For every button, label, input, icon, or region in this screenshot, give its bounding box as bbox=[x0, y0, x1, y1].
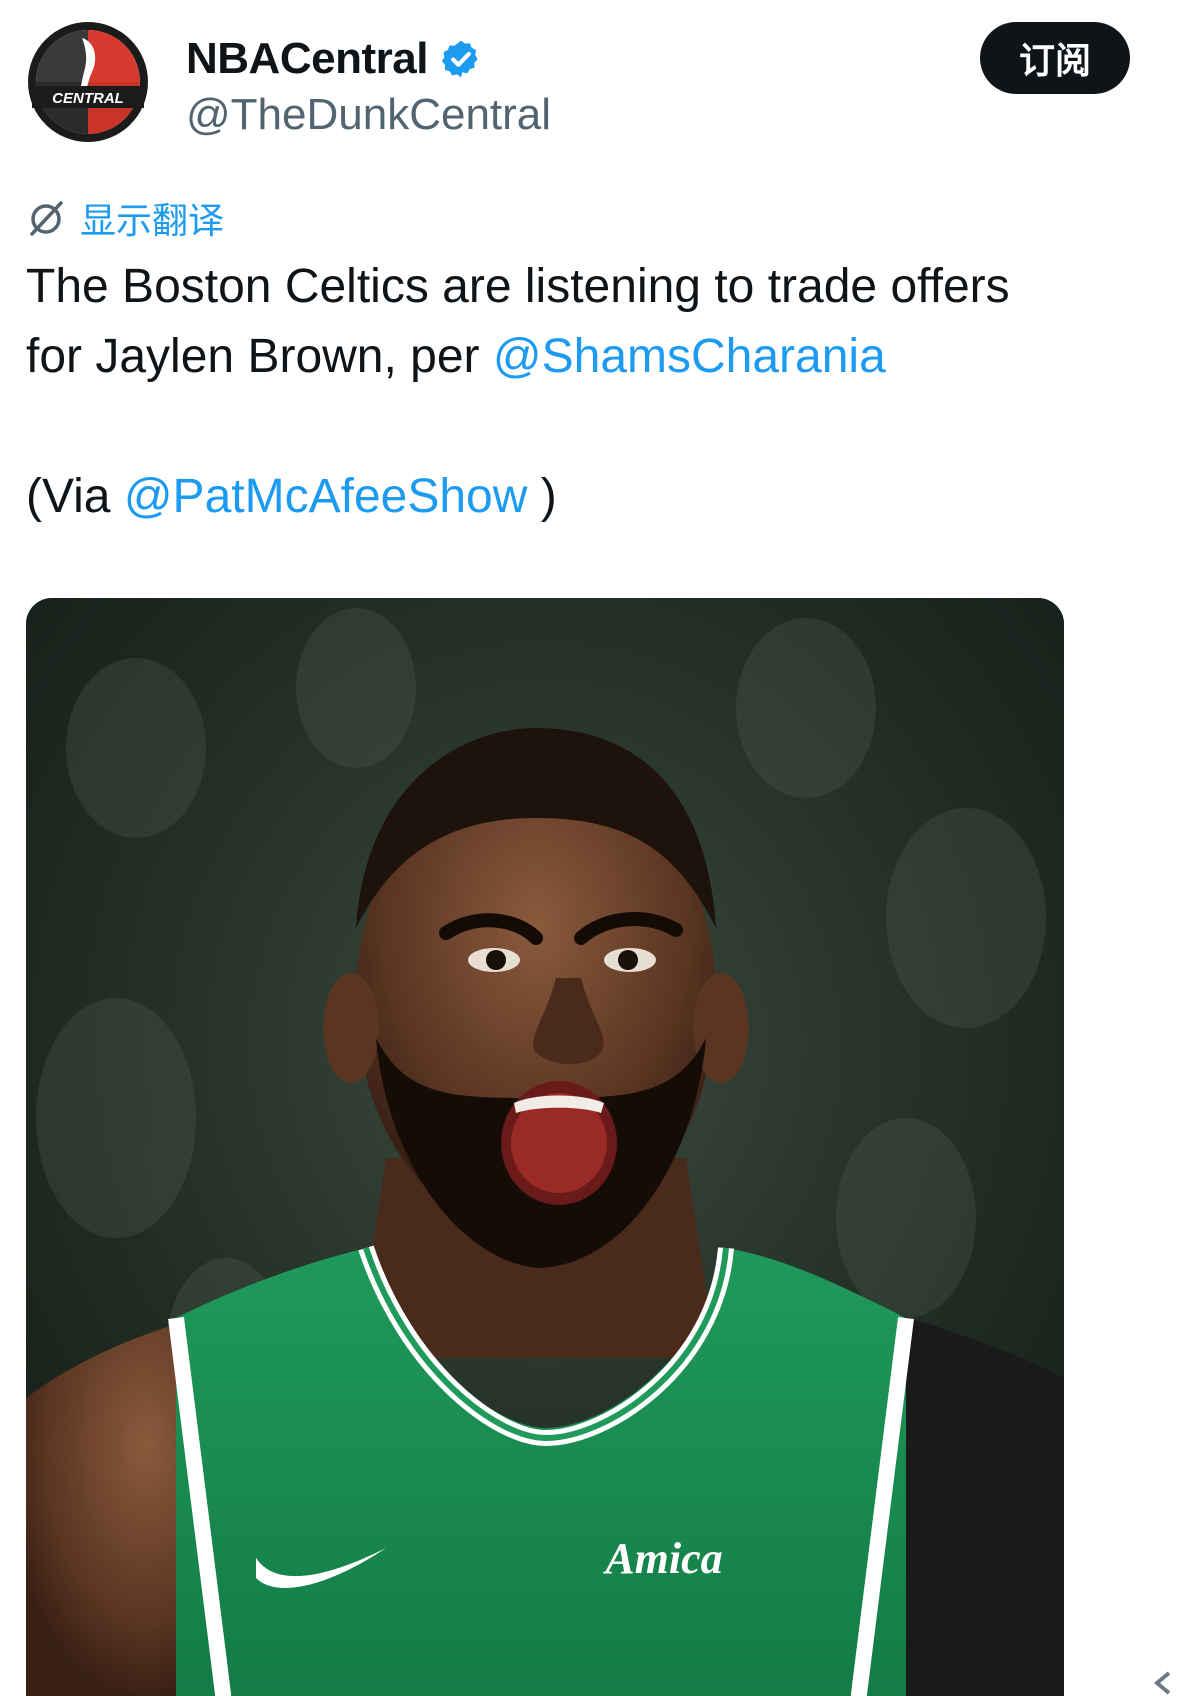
player-photo-illustration: Amica bbox=[26, 598, 1064, 1696]
tweet-card: CENTRAL NBACentral @TheDunkCentral 订阅 显示… bbox=[0, 0, 1179, 1696]
tweet-line-2: for Jaylen Brown, per @ShamsCharania bbox=[26, 322, 1156, 392]
tweet-line-3-prefix: (Via bbox=[26, 470, 124, 523]
show-translation-label: 显示翻译 bbox=[80, 201, 225, 242]
avatar-logo-text: CENTRAL bbox=[52, 90, 124, 107]
tweet-line-3: (Via @PatMcAfeeShow ) bbox=[26, 462, 1156, 532]
tweet-media-photo[interactable]: Amica bbox=[26, 598, 1064, 1696]
jersey-sponsor-text: Amica bbox=[602, 1534, 722, 1583]
translate-icon bbox=[30, 201, 63, 236]
author-avatar[interactable]: CENTRAL bbox=[26, 20, 150, 144]
author-display-name[interactable]: NBACentral bbox=[186, 34, 482, 84]
tweet-text: The Boston Celtics are listening to trad… bbox=[26, 252, 1156, 532]
verified-badge-icon bbox=[441, 40, 478, 78]
show-translation-link[interactable]: 显示翻译 bbox=[26, 192, 224, 244]
author-handle[interactable]: @TheDunkCentral bbox=[186, 90, 551, 140]
subscribe-button[interactable]: 订阅 bbox=[980, 22, 1130, 94]
display-name-text: NBACentral bbox=[186, 34, 428, 83]
tweet-line-3-suffix: ) bbox=[527, 470, 557, 523]
expand-arrow-icon bbox=[1153, 1671, 1171, 1695]
mention-link-patmcafee[interactable]: @PatMcAfeeShow bbox=[124, 470, 528, 523]
mention-link-shams[interactable]: @ShamsCharania bbox=[493, 330, 886, 383]
tweet-line-2-text: for Jaylen Brown, per bbox=[26, 330, 493, 383]
tweet-line-1: The Boston Celtics are listening to trad… bbox=[26, 260, 1010, 313]
central-logo-icon: CENTRAL bbox=[28, 22, 148, 142]
image-corner-mark bbox=[1151, 1662, 1173, 1696]
